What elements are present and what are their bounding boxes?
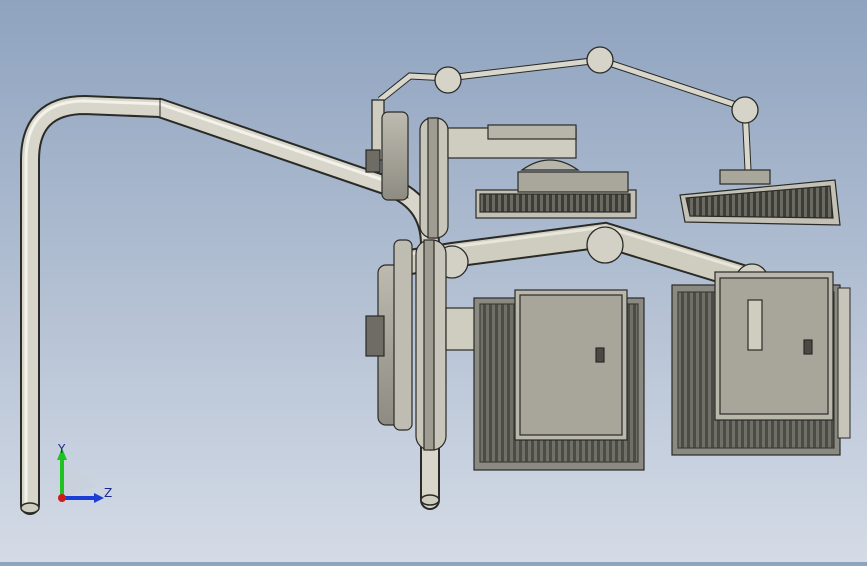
- triad-y-label: Y: [58, 442, 66, 456]
- triad-z-label: Z: [104, 486, 113, 500]
- x-axis-dot: [58, 494, 66, 502]
- lower-monitor-left[interactable]: [473, 289, 645, 471]
- assembly-model[interactable]: [0, 0, 867, 562]
- upper-monitor-right[interactable]: [679, 169, 841, 226]
- lower-monitor-right[interactable]: [671, 271, 841, 456]
- upper-monitor-left[interactable]: [475, 171, 637, 219]
- cad-viewport[interactable]: Y Z: [0, 0, 867, 562]
- side-cable-rail: [837, 287, 851, 439]
